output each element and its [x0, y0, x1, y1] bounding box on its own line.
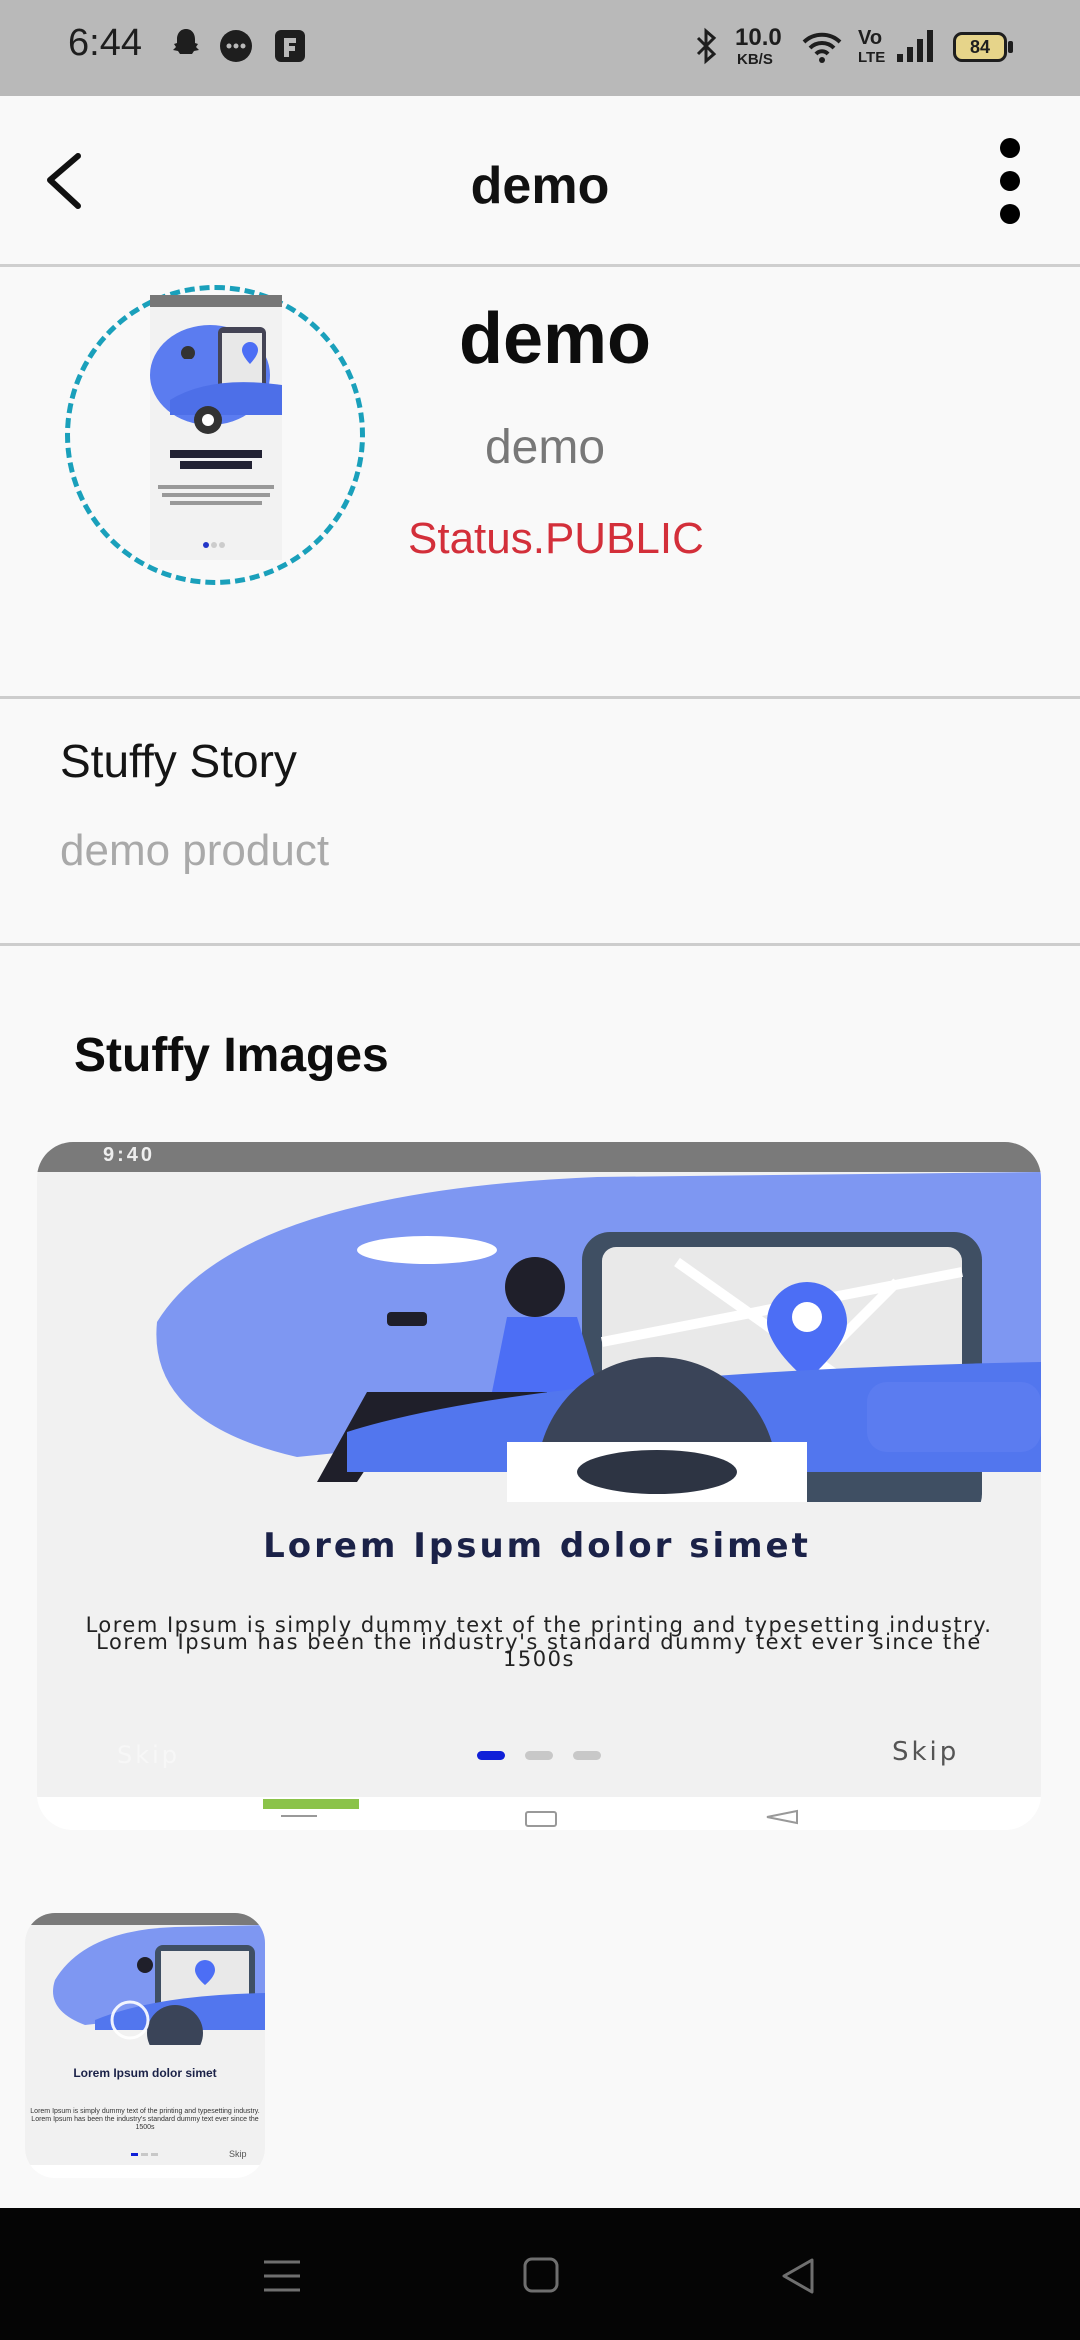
thumb-title: Lorem Ipsum dolor simet [73, 2066, 217, 2080]
back-icon[interactable] [778, 2256, 818, 2296]
image-nav-highlight [263, 1799, 359, 1809]
image-menu-icon [281, 1815, 317, 1817]
thumb-illustration [53, 1925, 265, 2045]
image-skip-left: Skip [117, 1741, 181, 1769]
divider [0, 696, 1080, 699]
image-onboarding-body: Lorem Ipsum is simply dummy text of the … [85, 1613, 993, 1671]
status-bar: 6:44 10.0 KB/S Vo LTE 84 [0, 0, 1080, 96]
thumb-skip: Skip [229, 2149, 247, 2159]
thumb-page-dot-active [131, 2153, 138, 2156]
home-icon[interactable] [522, 2256, 560, 2294]
more-options-icon[interactable] [990, 136, 1030, 226]
thumb-page-dot [151, 2153, 158, 2156]
network-unit: KB/S [737, 51, 773, 68]
battery-level: 84 [969, 37, 991, 57]
page-title: demo [470, 157, 610, 215]
image-phone-statusbar: 9:40 [37, 1142, 1041, 1172]
image-phone-time: 9:40 [103, 1144, 156, 1166]
story-text: demo product [60, 826, 330, 875]
recent-apps-icon[interactable] [262, 2258, 302, 2294]
wifi-icon [802, 32, 842, 63]
avatar-image [150, 295, 282, 560]
images-heading: Stuffy Images [74, 1029, 389, 1082]
thumb-statusbar [25, 1913, 265, 1925]
image-page-dot [573, 1751, 601, 1760]
network-speed: 10.0 [735, 24, 782, 51]
divider [0, 943, 1080, 946]
status-time: 6:44 [68, 22, 142, 64]
thumb-page-dot [141, 2153, 148, 2156]
image-skip-right: Skip [892, 1737, 960, 1767]
image-page-dot-active [477, 1751, 505, 1760]
chat-icon [220, 30, 252, 62]
image-page-dot [525, 1751, 553, 1760]
image-thumbnail[interactable]: Lorem Ipsum dolor simet Lorem Ipsum is s… [25, 1913, 265, 2178]
signal-icon [897, 30, 933, 62]
image-home-icon [525, 1811, 557, 1827]
thumb-body: Lorem Ipsum is simply dummy text of the … [30, 2108, 260, 2131]
onboarding-illustration [156, 1172, 1041, 1502]
volte-label-bottom: LTE [858, 49, 886, 66]
product-subtitle: demo [484, 421, 606, 474]
bluetooth-icon [696, 27, 717, 65]
app-notification-icon [275, 30, 305, 62]
snapchat-icon [173, 29, 199, 54]
image-onboarding-title: Lorem Ipsum dolor simet [263, 1526, 811, 1566]
story-heading: Stuffy Story [60, 735, 297, 787]
battery-icon: 84 [953, 32, 1007, 62]
main-product-image[interactable]: 9:40 Lorem Ipsum dolor simet Lorem Ipsum… [37, 1142, 1041, 1830]
image-back-icon [766, 1809, 798, 1825]
system-navigation-bar [0, 2208, 1080, 2340]
image-phone-navbar [37, 1797, 1041, 1830]
product-name: demo [458, 299, 652, 379]
volte-label-top: Vo [858, 27, 883, 49]
status-badge: Status.PUBLIC [408, 514, 704, 563]
image-onboarding-screen: Lorem Ipsum dolor simet Lorem Ipsum is s… [37, 1172, 1041, 1797]
app-bar: demo [0, 96, 1080, 267]
thumb-screen: Lorem Ipsum dolor simet Lorem Ipsum is s… [25, 1925, 265, 2165]
battery-tip [1008, 41, 1013, 53]
